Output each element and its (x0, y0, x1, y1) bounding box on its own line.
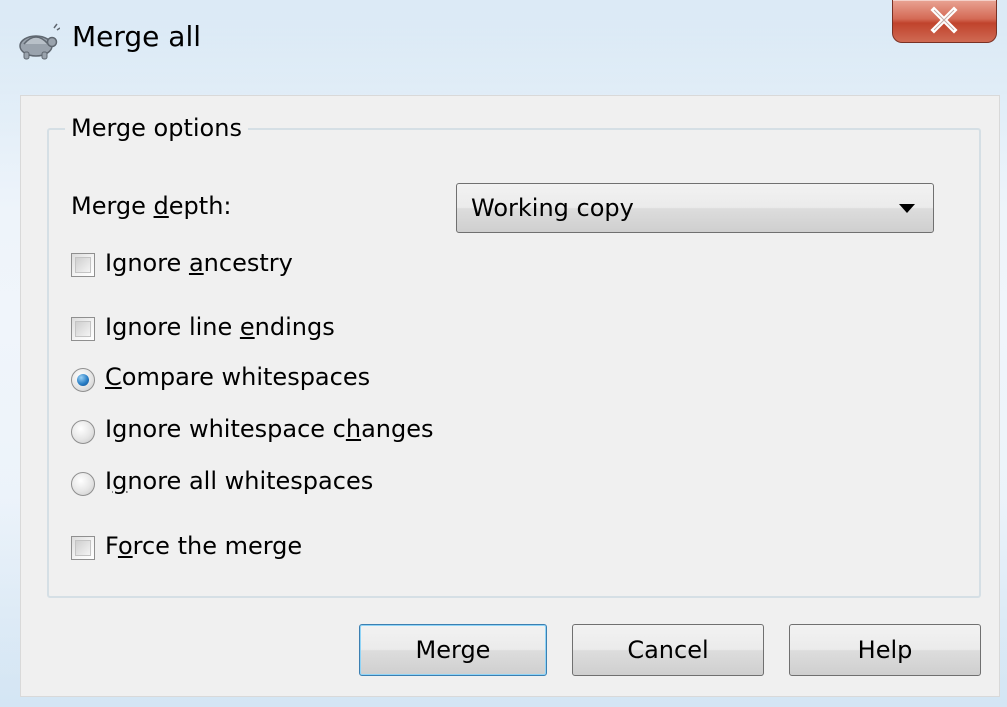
compare-whitespaces-radio[interactable] (71, 368, 95, 392)
merge-button[interactable]: Merge (359, 624, 547, 676)
ignore-all-whitespaces-radio[interactable] (71, 472, 95, 496)
merge-options-group: Merge options Merge depth: Working copy … (47, 114, 981, 598)
ignore-whitespace-changes-radio[interactable] (71, 420, 95, 444)
dialog-client-area: Merge options Merge depth: Working copy … (20, 95, 1000, 697)
force-merge-label[interactable]: Force the merge (105, 532, 302, 560)
cancel-button[interactable]: Cancel (572, 624, 764, 676)
merge-depth-label: Merge depth: (71, 192, 232, 220)
force-merge-checkbox[interactable] (71, 536, 95, 560)
ignore-ancestry-checkbox[interactable] (71, 253, 95, 277)
ignore-ancestry-label[interactable]: Ignore ancestry (105, 249, 293, 277)
help-button[interactable]: Help (789, 624, 981, 676)
group-legend: Merge options (65, 114, 248, 142)
window-title: Merge all (72, 20, 202, 53)
merge-depth-select[interactable]: Working copy (456, 183, 934, 233)
title-bar[interactable]: Merge all (0, 0, 1007, 80)
compare-whitespaces-label[interactable]: Compare whitespaces (105, 363, 370, 391)
ignore-all-whitespaces-label[interactable]: Ignore all whitespaces (105, 467, 373, 495)
close-icon (930, 6, 958, 34)
merge-depth-value: Working copy (471, 194, 634, 222)
ignore-whitespace-changes-label[interactable]: Ignore whitespace changes (105, 415, 434, 443)
close-button[interactable] (892, 0, 997, 43)
tortoise-icon (19, 23, 60, 60)
ignore-line-endings-label[interactable]: Ignore line endings (105, 313, 335, 341)
chevron-down-icon (899, 204, 915, 213)
ignore-line-endings-checkbox[interactable] (71, 317, 95, 341)
